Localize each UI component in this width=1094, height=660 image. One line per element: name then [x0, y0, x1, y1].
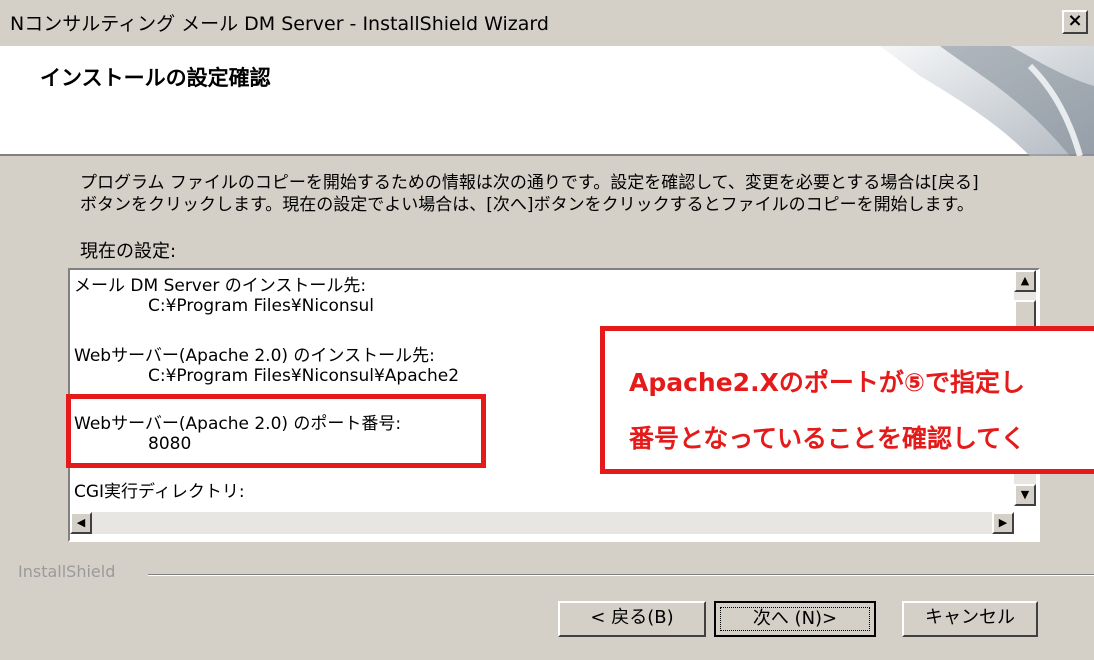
setting-apache-path: Webサーバー(Apache 2.0) のインストール先: C:¥Program… [74, 346, 459, 386]
installshield-logo-graphic [880, 46, 1094, 156]
setting-value: C:¥Program Files¥Niconsul¥Apache2 [148, 366, 460, 386]
setting-cgi-dir: CGI実行ディレクトリ: [74, 482, 245, 502]
footer-divider [148, 574, 1094, 576]
setting-label: Webサーバー(Apache 2.0) のインストール先: [74, 346, 435, 366]
description-line-2: ボタンをクリックします。現在の設定でよい場合は、[次へ]ボタンをクリックするとフ… [80, 195, 974, 215]
callout-line-2: 番号となっていることを確認してく [629, 424, 1026, 453]
scroll-up-button[interactable]: ▲ [1014, 270, 1036, 292]
window-title: Nコンサルティング メール DM Server - InstallShield … [10, 13, 549, 35]
annotation-callout: Apache2.Xのポートが⑤で指定し 番号となっていることを確認してく [600, 326, 1094, 474]
cancel-button[interactable]: キャンセル [902, 601, 1038, 637]
page-title: インストールの設定確認 [40, 66, 271, 90]
installshield-brand: InstallShield [18, 562, 116, 581]
scroll-right-button[interactable]: ▶ [992, 512, 1014, 534]
setting-install-path: メール DM Server のインストール先: C:¥Program Files… [74, 276, 374, 316]
next-button-label: 次へ (N)> [720, 607, 870, 631]
port-highlight-box [66, 394, 486, 468]
back-button[interactable]: < 戻る(B) [558, 601, 706, 637]
setting-label: メール DM Server のインストール先: [74, 276, 367, 296]
horizontal-scrollbar-track[interactable] [92, 512, 992, 534]
setting-value: C:¥Program Files¥Niconsul [148, 296, 374, 316]
scroll-down-button[interactable]: ▼ [1014, 484, 1036, 506]
current-settings-label: 現在の設定: [80, 241, 177, 262]
close-button[interactable]: × [1062, 10, 1088, 34]
next-button[interactable]: 次へ (N)> [714, 601, 876, 637]
setting-label: CGI実行ディレクトリ: [74, 482, 245, 502]
scroll-left-button[interactable]: ◀ [70, 512, 92, 534]
callout-line-1: Apache2.Xのポートが⑤で指定し [629, 368, 1026, 397]
